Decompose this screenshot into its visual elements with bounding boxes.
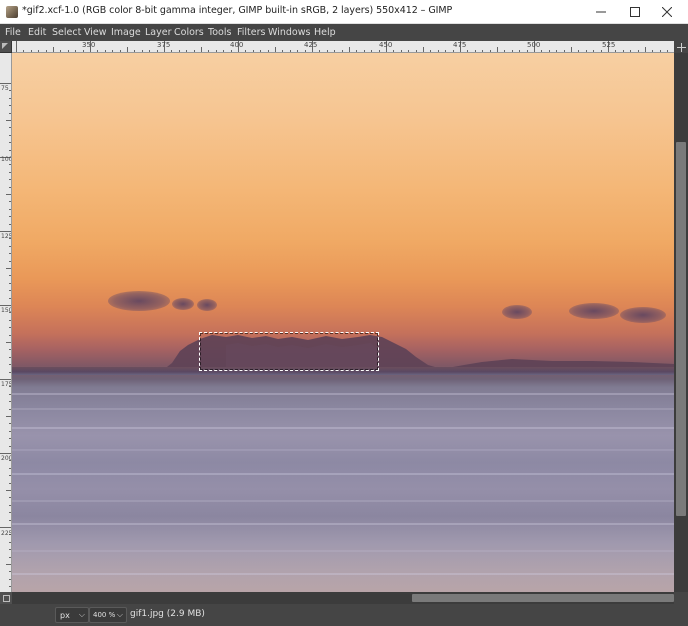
hruler-label: 450 [379,41,393,49]
vruler-label: 100 [1,156,12,163]
hruler-label: 375 [157,41,171,49]
water-streak [12,473,674,475]
ruler-ticks [0,83,11,587]
navigate-icon [676,42,686,52]
hruler-label: 500 [527,41,541,49]
water-streak [12,449,674,451]
zoom-value: 400 % [93,611,116,619]
window-title: *gif2.xcf-1.0 (RGB color 8-bit gamma int… [22,5,453,16]
vruler-label: 200 [1,455,12,462]
menu-windows[interactable]: Windows [268,27,310,38]
menu-help[interactable]: Help [314,27,336,38]
image-canvas[interactable] [12,53,674,592]
menu-layer[interactable]: Layer [145,27,172,38]
vruler-label: 175 [1,381,12,388]
water-streak [12,573,674,575]
maximize-icon [630,7,640,17]
water-streak [12,408,674,410]
title-bar: *gif2.xcf-1.0 (RGB color 8-bit gamma int… [0,0,688,24]
vertical-scroll-thumb[interactable] [676,142,686,516]
horizontal-scroll-thumb[interactable] [412,594,674,602]
menu-colors[interactable]: Colors [174,27,204,38]
gimp-icon [6,6,18,18]
vruler-label: 150 [1,307,12,314]
close-icon [662,7,672,17]
close-button[interactable] [646,0,688,24]
ruler-ticks [16,41,668,52]
hruler-label: 425 [304,41,318,49]
minimize-icon [596,11,606,13]
water-streak [12,550,674,552]
quick-mask-icon [2,594,10,602]
rectangle-selection[interactable] [199,332,379,371]
menu-view[interactable]: View [84,27,107,38]
vertical-ruler[interactable]: 75 100 125 150 175 200 225 [0,53,12,592]
menu-image[interactable]: Image [111,27,141,38]
vruler-label: 125 [1,233,12,240]
menu-arrow-icon [2,43,8,49]
menu-file[interactable]: File [5,27,21,38]
menu-tools[interactable]: Tools [208,27,231,38]
hruler-label: 525 [602,41,616,49]
menu-arrow-button[interactable] [0,41,12,53]
hruler-label: 475 [453,41,467,49]
menu-filters[interactable]: Filters [237,27,265,38]
chevron-down-icon: ⌵ [116,610,123,619]
menu-edit[interactable]: Edit [28,27,46,38]
water-streak [12,500,674,502]
horizontal-ruler[interactable]: 350 375 400 425 450 475 500 525 [12,41,674,53]
navigate-button[interactable] [674,41,688,53]
unit-select[interactable]: px ⌵ [55,607,89,623]
hruler-label: 400 [230,41,244,49]
vruler-label: 75 [1,85,9,92]
status-bar: px ⌵ 400 % ⌵ gif1.jpg (2.9 MB) [0,604,688,626]
menu-select[interactable]: Select [52,27,81,38]
quick-mask-button[interactable] [0,592,12,604]
unit-value: px [60,611,70,620]
zoom-select[interactable]: 400 % ⌵ [89,607,127,623]
status-message: gif1.jpg (2.9 MB) [130,609,205,619]
chevron-down-icon: ⌵ [78,610,85,619]
menu-bar: File Edit Select View Image Layer Colors… [0,24,688,41]
vruler-label: 225 [1,530,12,537]
water-streak [12,523,674,525]
hruler-label: 350 [82,41,96,49]
water-streak [12,427,674,429]
zoom-corner [674,592,688,604]
water-streak [12,393,674,395]
